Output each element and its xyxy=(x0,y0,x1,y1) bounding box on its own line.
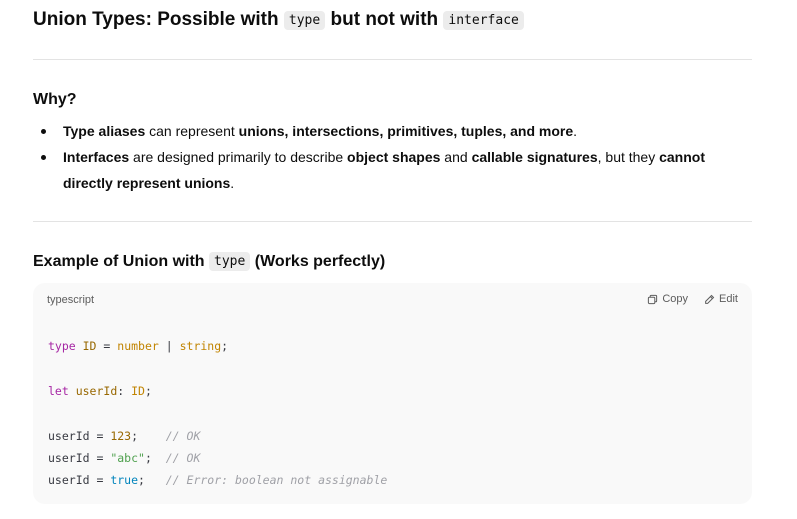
text: , but they xyxy=(597,149,660,165)
code-line-3: userId = 123; // OK xyxy=(48,429,200,443)
code-token: let xyxy=(48,383,69,398)
bold-text: Type aliases xyxy=(63,123,146,139)
code-token: ; xyxy=(144,451,152,466)
code-token: "abc" xyxy=(110,451,145,466)
code-token: = xyxy=(89,428,111,443)
code-token: = xyxy=(89,473,111,488)
code-token: ; xyxy=(131,428,139,443)
code-line-5: userId = true; // Error: boolean not ass… xyxy=(48,473,387,487)
code-token: : xyxy=(117,383,132,398)
text: Example of Union with xyxy=(33,253,210,270)
code-language-label: typescript xyxy=(47,294,95,306)
code-token: string xyxy=(179,339,222,353)
list-item-interfaces: Interfaces are designed primarily to des… xyxy=(33,144,733,196)
code-token: = xyxy=(89,451,111,466)
example-heading: Example of Union with type (Works perfec… xyxy=(33,251,385,274)
text: . xyxy=(573,123,578,139)
code-comment: // OK xyxy=(165,428,201,443)
code-token: userId xyxy=(68,383,118,398)
bold-text: Interfaces xyxy=(63,149,130,165)
code-token: ID xyxy=(131,383,145,398)
code-token: ; xyxy=(221,339,229,353)
code-line-2: let userId: ID; xyxy=(48,384,152,398)
bold-text: object shapes xyxy=(347,149,441,165)
inline-code-interface: interface xyxy=(443,11,524,30)
copy-label: Copy xyxy=(662,293,689,305)
edit-button[interactable]: Edit xyxy=(704,293,738,305)
list-item-type-aliases: Type aliases can represent unions, inter… xyxy=(33,118,733,144)
bold-text: unions, intersections, primitives, tuple… xyxy=(238,123,574,139)
code-token: type xyxy=(48,339,76,353)
text: can represent xyxy=(145,123,239,139)
why-list: Type aliases can represent unions, inter… xyxy=(33,118,733,196)
heading-text-middle: but not with xyxy=(325,9,444,30)
divider xyxy=(33,221,752,222)
code-line-1: type ID = number | string; xyxy=(48,339,228,353)
code-comment: // OK xyxy=(165,451,201,466)
code-actions: Copy Edit xyxy=(647,293,738,305)
code-token: ; xyxy=(138,473,145,488)
code-token: 123 xyxy=(110,428,132,443)
code-token: userId xyxy=(48,473,90,488)
why-heading: Why? xyxy=(33,91,77,108)
copy-icon xyxy=(647,294,658,305)
code-token: | xyxy=(158,339,180,353)
inline-code-type: type xyxy=(283,11,326,30)
code-text: type ID = number | string; let userId: I… xyxy=(48,335,387,492)
code-token: ID xyxy=(75,339,97,353)
divider xyxy=(33,59,752,60)
code-comment: // Error: boolean not assignable xyxy=(165,473,388,488)
code-token: = xyxy=(96,339,118,353)
text: . xyxy=(230,175,235,191)
text: are designed primarily to describe xyxy=(129,149,348,165)
code-block: typescript Copy Edit type ID = number | … xyxy=(33,283,752,504)
edit-label: Edit xyxy=(719,293,738,305)
inline-code-type: type xyxy=(209,252,251,271)
code-line-4: userId = "abc"; // OK xyxy=(48,451,200,465)
code-token: userId xyxy=(48,428,90,443)
code-token: ; xyxy=(144,383,152,398)
heading-text: Union Types: Possible with xyxy=(33,9,284,30)
text: (Works perfectly) xyxy=(250,253,386,270)
page-heading: Union Types: Possible with type but not … xyxy=(33,7,524,35)
copy-button[interactable]: Copy xyxy=(647,293,688,305)
bold-text: callable signatures xyxy=(471,149,598,165)
code-token: userId xyxy=(48,451,90,466)
pencil-icon xyxy=(704,294,715,305)
code-token: number xyxy=(117,339,159,353)
code-token: true xyxy=(110,473,139,488)
text: and xyxy=(440,149,472,165)
